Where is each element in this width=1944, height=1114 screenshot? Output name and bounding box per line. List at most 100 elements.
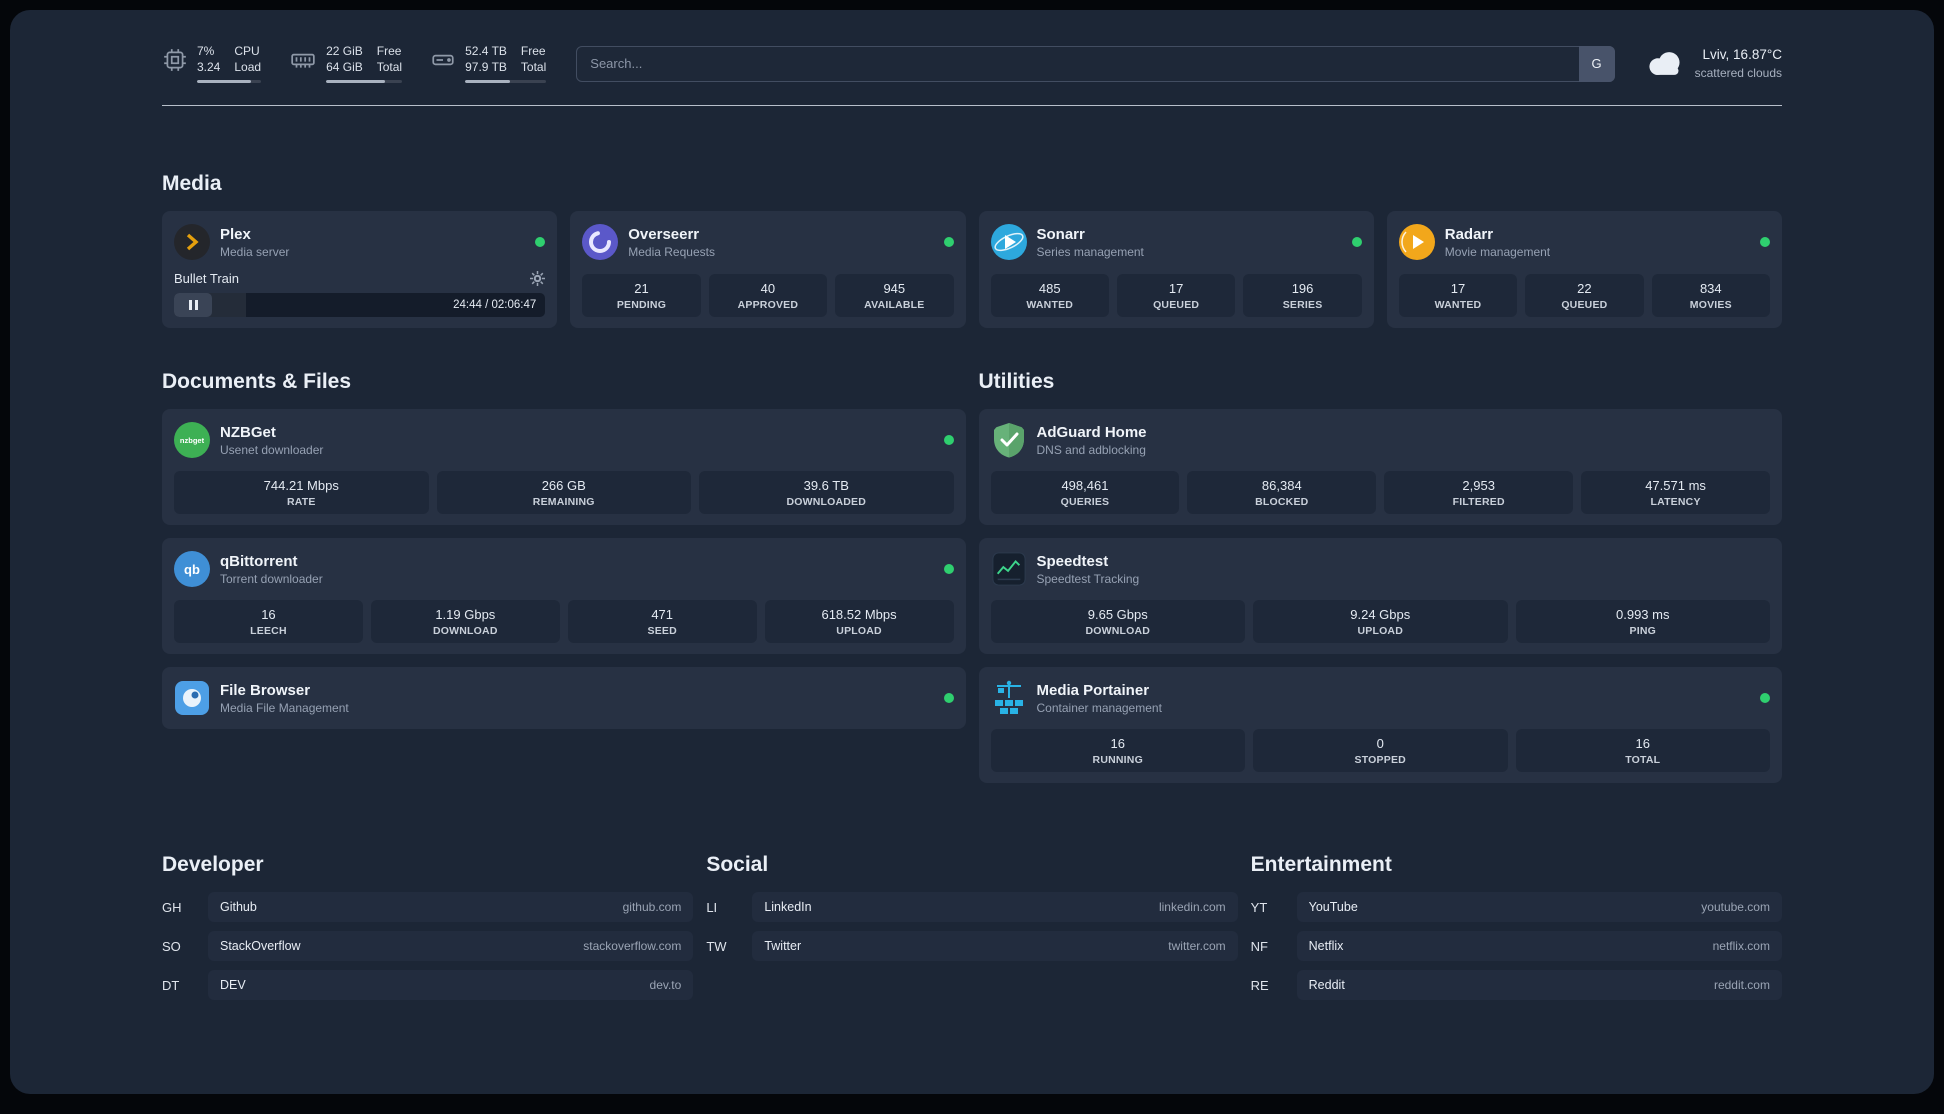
section-media: Media Plex Media server Bullet Train 24:…	[162, 172, 1782, 329]
service-name: File Browser	[220, 681, 311, 699]
system-resources: 7% 3.24 CPU Load 22 GiB 64 GiB Free Tota…	[162, 44, 547, 84]
service-card-filebrowser[interactable]: File Browser Media File Management	[162, 667, 966, 730]
stat-tile: 21 PENDING	[582, 274, 701, 318]
stat-tile: 744.21 Mbps RATE	[174, 471, 429, 515]
bookmark-abbr: RE	[1250, 977, 1269, 993]
service-name: Speedtest	[1036, 552, 1109, 570]
bookmark-name: Github	[220, 900, 257, 915]
service-card-radarr[interactable]: Radarr Movie management 17 WANTED 22 QUE…	[1386, 211, 1782, 329]
bookmark-domain: twitter.com	[1168, 939, 1226, 954]
service-card-portainer[interactable]: Media Portainer Container management 16 …	[978, 667, 1782, 784]
bookmark-stackoverflow[interactable]: SO StackOverflow stackoverflow.com	[162, 931, 694, 962]
gear-icon[interactable]	[530, 271, 546, 287]
bookmark-github[interactable]: GH Github github.com	[162, 892, 694, 923]
memory-widget: 22 GiB 64 GiB Free Total	[289, 44, 403, 84]
disk-total: 97.9 TB	[465, 59, 507, 74]
service-card-qbittorrent[interactable]: qb qBittorrent Torrent downloader 16 LEE…	[162, 538, 966, 655]
sonarr-icon	[990, 224, 1027, 261]
memory-free: 22 GiB	[326, 44, 363, 58]
plex-icon	[174, 224, 210, 261]
stat-tile: 1.19 Gbps DOWNLOAD	[370, 600, 560, 644]
now-playing-title: Bullet Train	[174, 271, 240, 287]
radarr-icon	[1398, 224, 1435, 261]
bookmark-linkedin[interactable]: LI LinkedIn linkedin.com	[706, 892, 1238, 923]
bookmark-twitter[interactable]: TW Twitter twitter.com	[706, 931, 1238, 962]
playback-time: 24:44 / 02:06:47	[453, 299, 537, 312]
service-card-nzbget[interactable]: nzbget NZBGet Usenet downloader 744.21 M…	[162, 409, 966, 526]
bookmark-name: Netflix	[1308, 939, 1344, 954]
service-desc: Media server	[220, 244, 290, 259]
bookmark-reddit[interactable]: RE Reddit reddit.com	[1250, 970, 1782, 1001]
section-utilities: Utilities AdGuard Home DNS and adblockin…	[978, 370, 1782, 784]
memory-label-top: Free	[376, 44, 402, 58]
stat-tile: 498,461 QUERIES	[990, 471, 1180, 515]
bookmark-abbr: SO	[162, 938, 181, 954]
status-dot	[535, 237, 546, 248]
bookmark-domain: netflix.com	[1712, 939, 1770, 954]
pause-button[interactable]	[174, 293, 212, 318]
stat-tile: 0.993 ms PING	[1515, 600, 1770, 644]
weather-widget: Lviv, 16.87°C scattered clouds	[1645, 46, 1782, 80]
stat-tile: 16 RUNNING	[990, 729, 1245, 773]
topbar-divider	[162, 105, 1782, 107]
utilities-heading: Utilities	[978, 370, 1055, 394]
bookmark-domain: youtube.com	[1701, 900, 1770, 915]
cpu-label-bottom: Load	[234, 59, 262, 74]
service-desc: Torrent downloader	[220, 571, 323, 586]
service-card-adguard[interactable]: AdGuard Home DNS and adblocking 498,461 …	[978, 409, 1782, 526]
stat-tile: 485 WANTED	[990, 274, 1109, 318]
search-bar: G	[576, 45, 1615, 82]
section-developer: Developer GH Github github.com SO StackO…	[162, 853, 694, 1009]
stat-tile: 834 MOVIES	[1651, 274, 1771, 318]
search-provider-button[interactable]: G	[1578, 45, 1615, 82]
stat-tile: 86,384 BLOCKED	[1187, 471, 1377, 515]
status-dot	[1351, 237, 1362, 248]
bookmark-name: Twitter	[764, 939, 802, 954]
search-input[interactable]	[576, 45, 1615, 82]
bookmark-youtube[interactable]: YT YouTube youtube.com	[1250, 892, 1782, 923]
status-dot	[943, 564, 954, 575]
service-name: Radarr	[1444, 225, 1494, 243]
stat-tile: 266 GB REMAINING	[436, 471, 691, 515]
service-name: Media Portainer	[1036, 681, 1150, 699]
service-desc: Usenet downloader	[220, 442, 324, 457]
stat-tile: 9.24 Gbps UPLOAD	[1253, 600, 1508, 644]
service-card-plex[interactable]: Plex Media server Bullet Train 24:44 / 0…	[162, 211, 558, 329]
bookmark-abbr: GH	[162, 899, 182, 915]
bookmark-abbr: YT	[1250, 899, 1268, 915]
stat-tile: 2,953 FILTERED	[1384, 471, 1574, 515]
status-dot	[943, 237, 954, 248]
stat-tile: 0 STOPPED	[1253, 729, 1508, 773]
portainer-icon	[991, 680, 1027, 716]
playback-progress-bar[interactable]: 24:44 / 02:06:47	[174, 293, 546, 318]
service-desc: Series management	[1036, 244, 1144, 259]
bookmark-dev[interactable]: DT DEV dev.to	[162, 970, 694, 1001]
service-card-speedtest[interactable]: Speedtest Speedtest Tracking 9.65 Gbps D…	[978, 538, 1782, 655]
memory-total: 64 GiB	[326, 59, 363, 74]
bookmark-abbr: LI	[706, 899, 718, 915]
memory-meter	[326, 80, 403, 84]
bookmark-name: Reddit	[1308, 978, 1345, 993]
dashboard-page: 7% 3.24 CPU Load 22 GiB 64 GiB Free Tota…	[10, 10, 1934, 1094]
bookmark-abbr: TW	[706, 938, 727, 954]
developer-heading: Developer	[162, 853, 264, 877]
stat-tile: 17 WANTED	[1398, 274, 1518, 318]
filebrowser-icon	[174, 680, 210, 716]
bookmark-netflix[interactable]: NF Netflix netflix.com	[1251, 931, 1782, 962]
service-desc: DNS and adblocking	[1036, 442, 1146, 457]
section-social: Social LI LinkedIn linkedin.com TW Twitt…	[706, 853, 1238, 1009]
disk-icon	[430, 47, 456, 73]
service-desc: Container management	[1036, 700, 1162, 715]
service-card-sonarr[interactable]: Sonarr Series management 485 WANTED 17 Q…	[978, 211, 1374, 329]
memory-label-bottom: Total	[376, 59, 403, 74]
service-name: Plex	[220, 225, 251, 243]
documents-heading: Documents & Files	[162, 370, 352, 394]
service-card-overseerr[interactable]: Overseerr Media Requests 21 PENDING 40 A…	[570, 211, 966, 329]
disk-label-bottom: Total	[520, 59, 547, 74]
stat-tile: 16 LEECH	[174, 600, 363, 644]
service-name: NZBGet	[220, 423, 276, 441]
status-dot	[943, 435, 954, 446]
service-name: Overseerr	[628, 225, 700, 243]
service-desc: Media Requests	[628, 244, 715, 259]
status-dot	[943, 693, 954, 704]
